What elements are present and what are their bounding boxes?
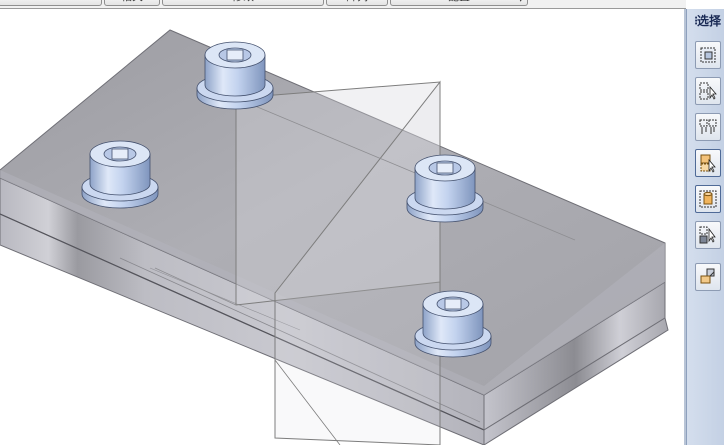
ribbon-tab-label: 阵列: [346, 0, 368, 3]
ribbon-tab-label: 相关: [121, 0, 143, 3]
bushing-3[interactable]: [406, 154, 484, 223]
ribbon-tab-pattern[interactable]: 阵列: [326, 0, 388, 6]
select-pointer-icon: [699, 82, 717, 100]
multi-select-icon: [699, 119, 717, 134]
select-panel-title: 选择: [697, 14, 722, 28]
chevron-down-icon[interactable]: ▼: [518, 0, 523, 5]
part-select-icon: [700, 154, 716, 173]
select-tool-cylinder-button[interactable]: [695, 185, 721, 213]
ribbon-tab-label: 配置: [448, 0, 470, 3]
cylinder-select-icon: [699, 190, 717, 208]
select-tool-move-button[interactable]: [695, 221, 721, 249]
ribbon-tab-strip: 相关 修改 阵列 配置 ▼: [0, 0, 686, 9]
select-tool-pointer-button[interactable]: [695, 77, 721, 105]
grip-icon[interactable]: ⋮: [691, 16, 701, 27]
bushing-1[interactable]: [196, 41, 274, 110]
select-tool-part-button[interactable]: [695, 149, 721, 177]
select-panel-header: ⋮选择: [687, 12, 724, 32]
ribbon-tab-related[interactable]: 相关: [104, 0, 160, 6]
select-panel: ⋮选择: [686, 9, 724, 445]
bushing-4[interactable]: [414, 290, 492, 358]
3d-viewport[interactable]: [0, 9, 684, 445]
ribbon-tab-config[interactable]: 配置 ▼: [390, 0, 528, 6]
ribbon-tab-label: 修改: [232, 0, 254, 3]
select-move-icon: [699, 226, 716, 244]
select-tool-multi-button[interactable]: [695, 113, 721, 141]
ribbon-tab-modify[interactable]: 修改: [162, 0, 324, 6]
face-select-icon: [700, 268, 715, 284]
assembly-model[interactable]: [0, 9, 684, 445]
box-select-icon: [700, 47, 716, 63]
bushing-2[interactable]: [81, 140, 159, 209]
ribbon-tab-0[interactable]: [0, 0, 102, 6]
select-tool-face-button[interactable]: [695, 263, 721, 291]
select-tool-box-button[interactable]: [695, 41, 721, 69]
